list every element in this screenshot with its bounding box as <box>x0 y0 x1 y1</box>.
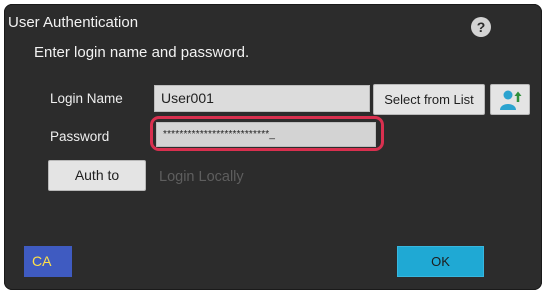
user-lookup-button[interactable] <box>490 84 530 115</box>
help-icon[interactable]: ? <box>471 17 491 37</box>
auth-to-button[interactable]: Auth to <box>48 160 146 191</box>
login-name-label: Login Name <box>50 91 123 106</box>
dialog-subtitle: Enter login name and password. <box>34 44 250 61</box>
user-arrow-icon <box>499 89 523 111</box>
password-field-highlight <box>150 116 384 151</box>
login-name-input[interactable]: User001 <box>154 85 370 112</box>
auth-target-text: Login Locally <box>159 169 244 185</box>
ok-button[interactable]: OK <box>397 246 484 277</box>
dialog-title: User Authentication <box>8 14 139 31</box>
select-from-list-button[interactable]: Select from List <box>373 84 485 115</box>
password-label: Password <box>50 129 110 144</box>
ca-button[interactable]: CA <box>24 246 72 277</box>
authentication-dialog: User Authentication ? Enter login name a… <box>4 4 542 290</box>
